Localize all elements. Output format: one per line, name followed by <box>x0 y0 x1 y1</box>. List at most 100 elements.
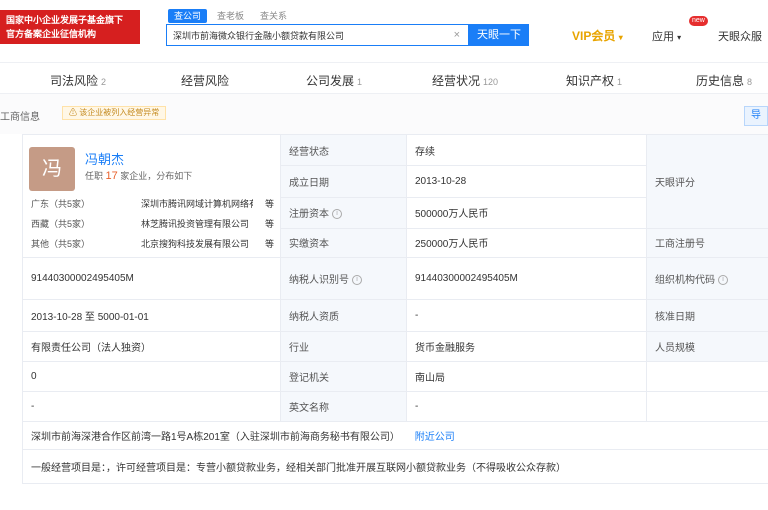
insured-value: 0 <box>22 361 281 392</box>
taxpayer-id-text: 纳税人识别号 <box>289 275 349 286</box>
approval-date-label: 核准日期 <box>646 299 768 332</box>
nav-judicial-risk[interactable]: 司法风险 2 <box>50 72 106 89</box>
registered-capital-label: 注册资本 i <box>280 196 407 229</box>
nav-operation-risk[interactable]: 经营风险 <box>181 72 232 89</box>
nav-operation-status[interactable]: 经营状况 120 <box>432 72 498 89</box>
region-company[interactable]: 深圳市腾讯网域计算机网络有限公司 <box>141 197 253 210</box>
legal-rep-block: 冯 冯朝杰 任职 17 家企业，分布如下 广东（共5家） 深圳市腾讯网域计算机网… <box>23 135 280 257</box>
table-row: 一般经营项目是：，许可经营项目是：专营小额贷款业务，经相关部门批准开展互联网小额… <box>22 449 768 484</box>
nav-count: 8 <box>747 77 753 87</box>
address-value: 深圳市前海深港合作区前湾一路1号A栋201室（入驻深圳市前海商务秘书有限公司） <box>31 432 400 443</box>
table-row: 2013-10-28 至 5000-01-01 纳税人资质 - 核准日期 <box>22 299 768 332</box>
table-row: 冯 冯朝杰 任职 17 家企业，分布如下 广东（共5家） 深圳市腾讯网域计算机网… <box>22 133 768 258</box>
summary-count: 17 <box>105 170 118 182</box>
empty-cell <box>646 391 768 422</box>
app-link[interactable]: 应用 ▾ <box>652 28 681 44</box>
address-cell: 深圳市前海深港合作区前湾一路1号A栋201室（入驻深圳市前海商务秘书有限公司） … <box>22 421 768 450</box>
section-title: 工商信息 <box>0 112 40 123</box>
business-scope-value: 一般经营项目是：，许可经营项目是：专营小额贷款业务，经相关部门批准开展互联网小额… <box>22 449 768 484</box>
clear-icon[interactable]: × <box>454 29 460 41</box>
region-name: 广东（共5家） <box>31 199 91 209</box>
established-value: 2013-10-28 <box>406 165 647 198</box>
nav-count: 1 <box>617 77 623 87</box>
legal-rep-summary: 任职 17 家企业，分布如下 <box>85 169 192 182</box>
search-input[interactable] <box>173 28 443 42</box>
region-more[interactable]: 等 <box>265 217 274 230</box>
taxpayer-id-label: 纳税人识别号 i <box>280 257 407 300</box>
info-icon[interactable]: i <box>332 209 342 220</box>
info-icon[interactable]: i <box>718 275 728 286</box>
status-value: 存续 <box>406 133 647 167</box>
brand-badge-line2: 官方备案企业征信机构 <box>6 29 97 39</box>
nav-development[interactable]: 公司发展 1 <box>306 72 362 89</box>
warning-icon: ⚠ <box>69 108 80 117</box>
search-tabs: 查公司 查老板 查关系 <box>168 9 293 23</box>
info-icon[interactable]: i <box>352 275 362 286</box>
section-nav: 司法风险 2 经营风险 公司发展 1 经营状况 120 知识产权 1 历史信息 8 <box>0 62 768 94</box>
search-button[interactable]: 天眼一下 <box>469 24 529 46</box>
top-header: 国家中小企业发展子基金旗下 官方备案企业征信机构 查公司 查老板 查关系 × 天… <box>0 0 768 62</box>
org-code-text: 组织机构代码 <box>655 275 715 286</box>
region-row: 其他（共5家） 北京搜狗科技发展有限公司 等 <box>31 237 281 251</box>
search-box: × <box>166 24 469 46</box>
nearby-company-link[interactable]: 附近公司 <box>415 432 455 443</box>
vip-label: VIP会员 <box>572 29 616 43</box>
notice-text: 该企业被列入经营异常 <box>79 108 160 117</box>
established-label: 成立日期 <box>280 165 407 198</box>
taxpayer-id-value: 91440300002495405M <box>406 257 647 300</box>
region-name: 西藏（共5家） <box>31 219 91 229</box>
nav-count: 120 <box>483 77 499 87</box>
authority-value: 南山局 <box>406 361 647 392</box>
nav-label: 经营风险 <box>181 74 230 88</box>
registered-capital-value: 500000万人民币 <box>406 196 647 229</box>
former-name-value: - <box>22 391 281 422</box>
nav-history[interactable]: 历史信息 8 <box>696 72 752 89</box>
user-link[interactable]: 天眼众服 <box>718 28 762 44</box>
export-button[interactable]: 导 <box>744 106 768 126</box>
new-badge: new <box>689 16 708 26</box>
brand-badge[interactable]: 国家中小企业发展子基金旗下 官方备案企业征信机构 <box>0 10 140 44</box>
notice-tag[interactable]: ⚠ 该企业被列入经营异常 <box>62 106 167 120</box>
region-more[interactable]: 等 <box>265 237 274 250</box>
staff-size-label: 人员规模 <box>646 331 768 362</box>
table-row: 有限责任公司（法人独资） 行业 货币金融服务 人员规模 <box>22 331 768 362</box>
nav-count: 2 <box>101 77 107 87</box>
tab-search-relation[interactable]: 查关系 <box>254 9 293 23</box>
paid-capital-value: 250000万人民币 <box>406 227 647 259</box>
nav-ip[interactable]: 知识产权 1 <box>566 72 622 89</box>
vip-link[interactable]: VIP会员 ▾ <box>572 27 623 44</box>
chevron-down-icon: ▾ <box>618 33 623 42</box>
nav-count: 1 <box>357 77 363 87</box>
avatar[interactable]: 冯 <box>29 147 75 191</box>
tianyan-score-label: 天眼评分 <box>646 134 768 229</box>
taxpayer-qual-label: 纳税人资质 <box>280 299 407 332</box>
taxpayer-qual-value: - <box>406 299 647 332</box>
region-company[interactable]: 林芝腾讯投资管理有限公司 <box>141 217 253 230</box>
industry-label: 行业 <box>280 331 407 362</box>
paid-capital-label: 实缴资本 <box>280 227 407 259</box>
english-name-label: 英文名称 <box>280 391 407 422</box>
nav-label: 历史信息 <box>696 74 745 88</box>
region-name: 其他（共5家） <box>31 239 91 249</box>
authority-label: 登记机关 <box>280 361 407 392</box>
company-type-value: 有限责任公司（法人独资） <box>22 331 281 362</box>
tab-search-company[interactable]: 查公司 <box>168 9 208 23</box>
english-name-value: - <box>406 391 647 422</box>
legal-rep-name[interactable]: 冯朝杰 <box>85 149 124 168</box>
registered-capital-text: 注册资本 <box>289 209 329 221</box>
empty-cell <box>646 361 768 392</box>
nav-label: 司法风险 <box>50 74 99 88</box>
nav-label: 公司发展 <box>306 74 355 88</box>
legal-rep-cell: 冯 冯朝杰 任职 17 家企业，分布如下 广东（共5家） 深圳市腾讯网域计算机网… <box>22 134 281 258</box>
table-row: 0 登记机关 南山局 <box>22 361 768 392</box>
credit-code-value: 91440300002495405M <box>22 257 281 300</box>
region-row: 西藏（共5家） 林芝腾讯投资管理有限公司 等 <box>31 217 281 231</box>
summary-prefix: 任职 <box>85 171 104 181</box>
region-company[interactable]: 北京搜狗科技发展有限公司 <box>141 237 253 250</box>
nav-label: 经营状况 <box>432 74 481 88</box>
tab-search-boss[interactable]: 查老板 <box>211 9 250 23</box>
region-more[interactable]: 等 <box>265 197 274 210</box>
table-row: - 英文名称 - <box>22 391 768 422</box>
term-value: 2013-10-28 至 5000-01-01 <box>22 299 281 332</box>
reg-no-label: 工商注册号 <box>646 227 768 259</box>
